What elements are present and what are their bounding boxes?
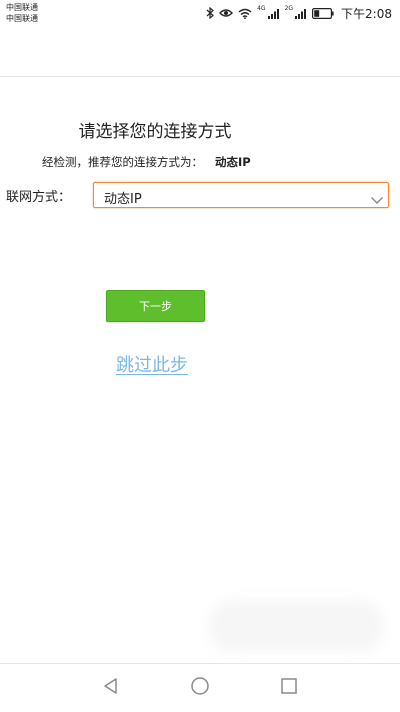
page-title: 请选择您的连接方式 [78, 122, 232, 142]
status-bar: 中国联通 中国联通 4G 2G 下午2:08 [0, 0, 400, 26]
navigation-bar [0, 663, 400, 712]
next-step-button[interactable]: 下一步 [106, 290, 205, 322]
status-icons: 4G 2G 下午2:08 [206, 5, 392, 21]
app-header [0, 26, 400, 77]
network-type-label-2: 2G [284, 5, 294, 12]
eye-icon [219, 8, 234, 18]
network-type-label-1: 4G [257, 5, 266, 12]
bluetooth-icon [206, 7, 215, 19]
home-button[interactable] [188, 676, 212, 700]
signal-icon [295, 8, 307, 19]
connection-type-label: 联网方式： [6, 190, 72, 205]
chevron-down-icon [370, 190, 384, 209]
battery-icon [312, 7, 334, 19]
detection-value: 动态IP [215, 155, 251, 169]
home-icon [190, 676, 210, 700]
skip-step-link[interactable]: 跳过此步 [116, 351, 188, 377]
recent-apps-icon [280, 677, 298, 699]
recent-apps-button[interactable] [277, 676, 301, 700]
connection-type-select[interactable]: 动态IP [93, 182, 389, 208]
carrier-label-primary: 中国联通 [6, 3, 38, 12]
detection-result: 经检测，推荐您的连接方式为： 动态IP [42, 154, 251, 170]
back-icon [102, 677, 120, 699]
connection-type-selected-value: 动态IP [104, 192, 142, 207]
signal-icon [267, 8, 280, 19]
carrier-label-secondary: 中国联通 [6, 14, 38, 23]
blurred-overlay [208, 600, 384, 652]
clock-time: 下午2:08 [341, 6, 392, 21]
detection-text: 经检测，推荐您的连接方式为： [42, 155, 203, 169]
back-button[interactable] [99, 676, 123, 700]
wifi-icon [238, 8, 252, 19]
